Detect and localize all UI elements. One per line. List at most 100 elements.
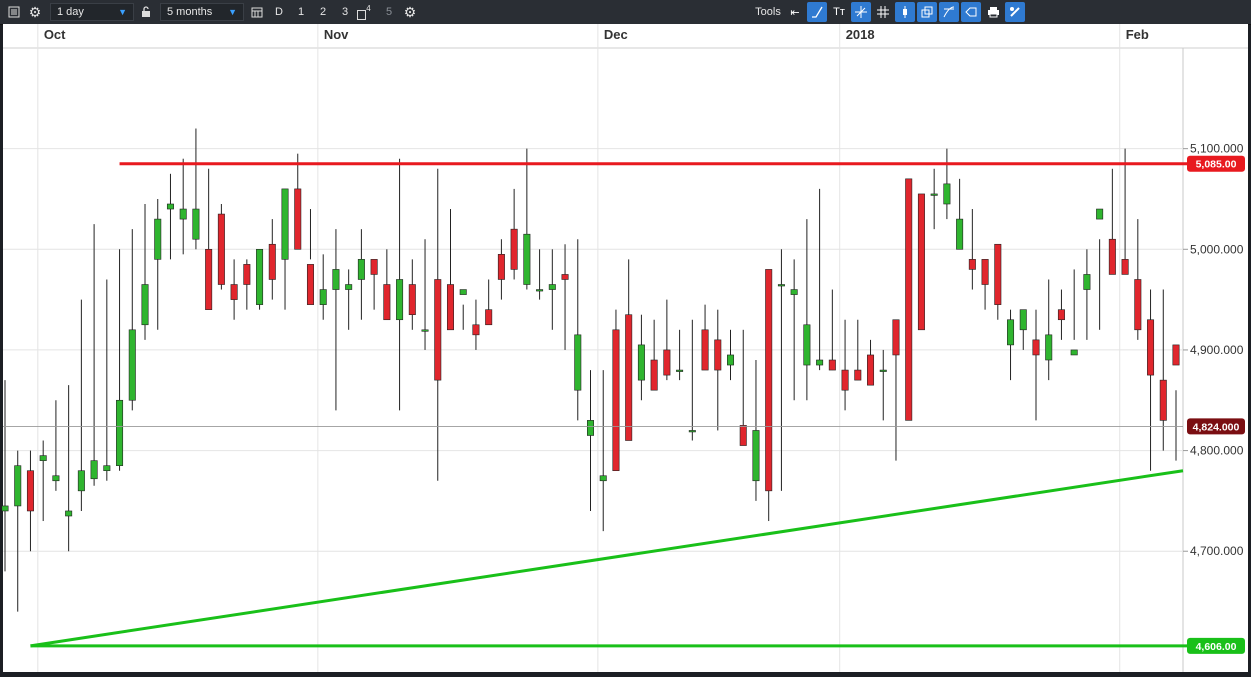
chart-toolbar: ⚙ 1 day ▼ 5 months ▼ D 1 2 3 4 5 ⚙ Tools… <box>0 0 1251 25</box>
chevron-down-icon: ▼ <box>118 7 127 17</box>
candle-body <box>357 259 365 280</box>
candle-body <box>1045 334 1053 361</box>
candle-body <box>268 243 276 280</box>
candlestick-chart[interactable]: Oct Nov Dec 2018 Feb 5,100.000 5,000.000 4,900… <box>0 24 1251 672</box>
candle <box>917 193 925 331</box>
candle-body <box>166 203 174 210</box>
print-icon[interactable] <box>983 2 1003 22</box>
candle-body <box>956 218 964 250</box>
candle <box>612 309 620 472</box>
candle-body <box>727 354 735 366</box>
candle-body <box>1147 319 1155 376</box>
month-label: Feb <box>1126 27 1149 42</box>
candle-body <box>1070 349 1078 356</box>
price-tick-label: 4,900.000 <box>1190 343 1244 357</box>
candle-body <box>523 233 531 285</box>
candle-body <box>141 284 149 326</box>
candle-body <box>154 218 162 260</box>
interval-2-button[interactable]: 2 <box>313 0 333 24</box>
candle-body <box>650 359 658 391</box>
candle-body <box>485 309 493 326</box>
candle-body <box>892 319 900 356</box>
interval-4-button[interactable]: 4 <box>354 0 374 24</box>
line-icon[interactable] <box>807 2 827 22</box>
candle <box>905 178 913 421</box>
candle-body <box>1159 379 1167 421</box>
candle-body <box>383 284 391 321</box>
settings-icon[interactable] <box>1005 2 1025 22</box>
fib-icon[interactable] <box>939 2 959 22</box>
shape-icon[interactable] <box>961 2 981 22</box>
candle-body <box>217 213 225 285</box>
window-icon[interactable] <box>917 2 937 22</box>
candle-body <box>968 259 976 270</box>
interval-value: 1 day <box>57 6 84 18</box>
candle-body <box>1019 309 1027 331</box>
candle-body <box>396 279 404 321</box>
candle-body <box>281 188 289 260</box>
interval-4-label: 4 <box>366 3 371 13</box>
candle-body <box>26 470 34 512</box>
interval-5-button[interactable]: 5 <box>379 0 399 24</box>
candle-body <box>1172 344 1180 366</box>
grid-icon[interactable] <box>873 2 893 22</box>
candle-body <box>103 465 111 472</box>
candle-body <box>1121 259 1129 275</box>
candle-body <box>905 178 913 421</box>
gear-icon[interactable]: ⚙ <box>25 0 45 24</box>
candle-body <box>14 465 22 507</box>
price-tag-label: 4,606.00 <box>1196 641 1237 653</box>
candle-body <box>256 248 264 305</box>
candle-body <box>192 208 200 240</box>
candle-body <box>867 354 875 386</box>
candle-body <box>625 314 633 441</box>
candle-body <box>408 284 416 316</box>
crosshair-icon[interactable] <box>851 2 871 22</box>
price-tick-label: 5,100.000 <box>1190 142 1244 156</box>
candle-body <box>803 324 811 366</box>
candle-body <box>345 284 353 290</box>
menu-icon[interactable] <box>4 0 24 24</box>
candle-body <box>599 475 607 482</box>
candle-body <box>205 248 213 310</box>
interval-dropdown[interactable]: 1 day ▼ <box>50 3 134 21</box>
arrow-icon[interactable]: ⇤ <box>785 2 805 22</box>
price-tick-label: 5,000.000 <box>1190 242 1244 256</box>
candle-body <box>472 324 480 336</box>
lock-icon[interactable] <box>136 0 156 24</box>
interval-1-button[interactable]: 1 <box>291 0 311 24</box>
tools-label: Tools <box>755 6 781 18</box>
candle-body <box>39 455 47 461</box>
window-icon <box>357 10 367 20</box>
candle-body <box>688 430 696 433</box>
candle-body <box>752 430 760 482</box>
candle-body <box>1083 274 1091 290</box>
text-icon[interactable]: Tт <box>829 2 849 22</box>
candle-body <box>319 289 327 305</box>
candle-body <box>370 259 378 275</box>
candle-body <box>994 243 1002 305</box>
candle-body <box>714 339 722 371</box>
candle-body <box>1 505 9 512</box>
chart-area: Oct Nov Dec 2018 Feb 5,100.000 5,000.000 4,900… <box>0 24 1251 672</box>
candle-body <box>1134 279 1142 331</box>
price-tick-label: 4,700.000 <box>1190 544 1244 558</box>
candle-body <box>917 193 925 331</box>
candle-body <box>841 369 849 391</box>
calendar-icon[interactable] <box>247 0 267 24</box>
candle-body <box>943 183 951 205</box>
candle-body <box>612 329 620 472</box>
candle-body <box>548 284 556 290</box>
candle-body <box>1108 238 1116 275</box>
candle-body <box>332 269 340 290</box>
gear-icon[interactable]: ⚙ <box>400 0 420 24</box>
range-dropdown[interactable]: 5 months ▼ <box>160 3 244 21</box>
candle-body <box>243 264 251 285</box>
candle-icon[interactable] <box>895 2 915 22</box>
interval-3-button[interactable]: 3 <box>335 0 355 24</box>
interval-d-button[interactable]: D <box>269 0 289 24</box>
candle-body <box>536 289 544 292</box>
candle-body <box>497 254 505 280</box>
month-label: 2018 <box>846 27 875 42</box>
candle-body <box>574 334 582 391</box>
